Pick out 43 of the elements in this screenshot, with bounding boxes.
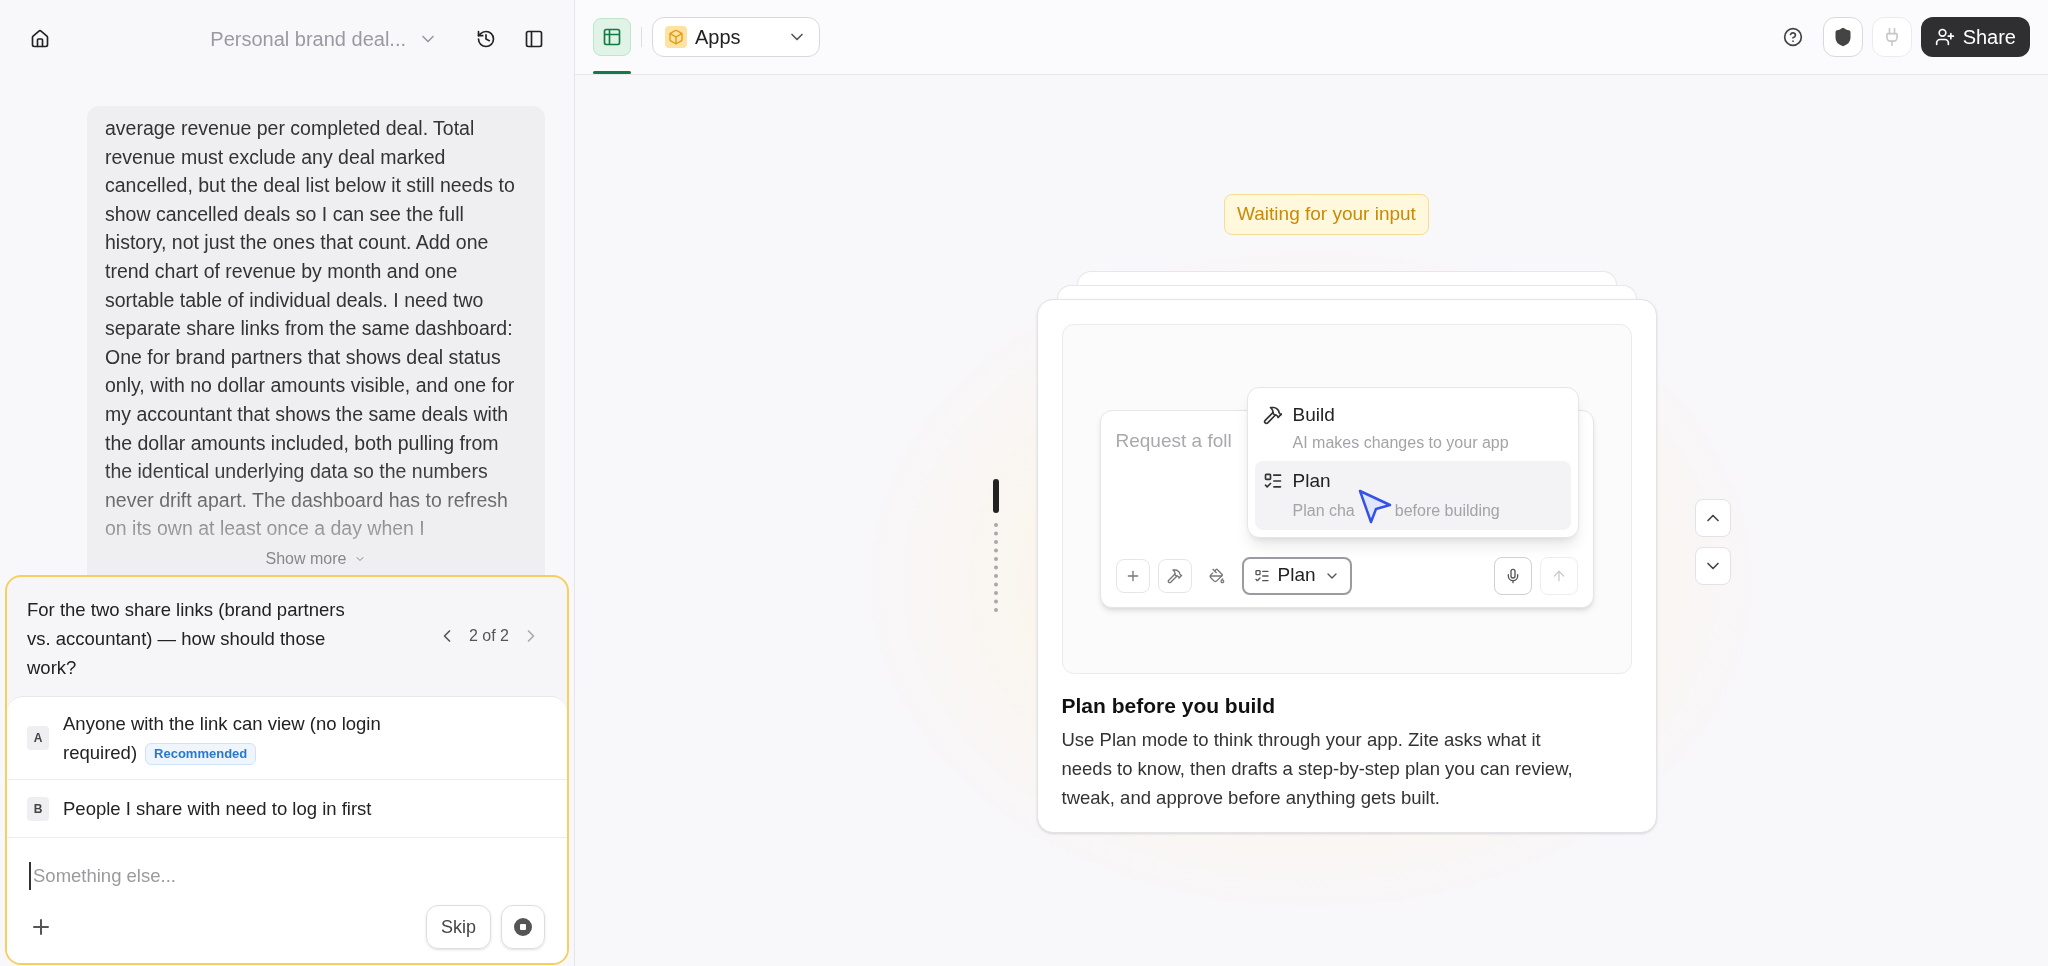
paint-icon[interactable]: [1208, 567, 1225, 584]
tip-title: Plan before you build: [1061, 692, 1277, 719]
option-letter: A: [27, 726, 49, 750]
menu-item[interactable]: Plan Plan cha before building: [1254, 461, 1571, 530]
sidebar-toggle-icon[interactable]: [524, 29, 544, 49]
hammer-button[interactable]: [1157, 558, 1192, 593]
menu-item-description: AI makes changes to your app: [1292, 433, 1509, 453]
shield-button[interactable]: [1822, 17, 1863, 57]
menu-item-description: before building: [1394, 500, 1500, 521]
home-icon[interactable]: [30, 29, 50, 49]
recommended-badge: Recommended: [145, 743, 257, 766]
user-plus-icon: [1934, 27, 1955, 47]
question-pager: 2 of 2: [468, 626, 509, 646]
box-icon: [665, 26, 687, 48]
stop-icon: [514, 918, 532, 936]
menu-item-label: Plan: [1292, 469, 1331, 493]
answer-field[interactable]: Something else...: [29, 862, 545, 890]
option-label: Anyone with the link can view (no login required) Recommended: [63, 709, 433, 767]
history-icon[interactable]: [476, 29, 496, 49]
list-icon: [1253, 567, 1270, 584]
microphone-button[interactable]: [1493, 556, 1532, 595]
menu-item-label: Build: [1292, 402, 1335, 427]
cursor-icon: [1356, 487, 1393, 524]
share-button[interactable]: Share: [1920, 17, 2030, 57]
hammer-icon: [1262, 404, 1283, 425]
message-text: average revenue per completed deal. Total revenue must exclude any deal marked cancelled, but the deal list below it still needs to show cancelled deals so I can see the full history, not just the ones that count. Add one trend chart of revenue by month and one sortable table of individual deals. I need two separate share links from the same dashboard: One for brand partners that shows deal status only, with no dollar amounts visible, and one for my accountant that shows the same deals with the dollar amounts included, both pulling from the identical underlying data so the numbers never drift apart. The dashboard has to refresh on its own at least once a day when I: [105, 116, 516, 542]
help-icon[interactable]: [1782, 27, 1803, 47]
option-letter: B: [27, 796, 49, 821]
menu-item[interactable]: Build AI makes changes to your app: [1254, 394, 1571, 461]
menu-item-description: Plan cha: [1292, 500, 1355, 521]
tip-body: Use Plan mode to think through your app. Zite asks what it needs to know, then drafts a step-by-step plan you can review, tweak, and approve before anything gets built.: [1061, 728, 1574, 810]
status-badge: Waiting for your input: [1224, 194, 1429, 235]
question-text: For the two share links (brand partners vs. accountant) — how should those work?: [27, 598, 346, 680]
hammer-icon: [1166, 567, 1183, 584]
answer-option[interactable]: A Anyone with the link can view (no login required) Recommended: [7, 697, 567, 780]
option-label: People I share with need to log in first: [63, 797, 373, 821]
table-icon: [602, 27, 622, 47]
skip-button[interactable]: Skip: [426, 905, 491, 949]
mode-selector[interactable]: Plan: [1241, 556, 1352, 595]
app-selector[interactable]: Apps: [652, 17, 820, 57]
stop-button[interactable]: [501, 905, 545, 949]
answer-option[interactable]: B People I share with need to log in first: [7, 780, 567, 838]
table-view-tab[interactable]: [593, 18, 631, 56]
